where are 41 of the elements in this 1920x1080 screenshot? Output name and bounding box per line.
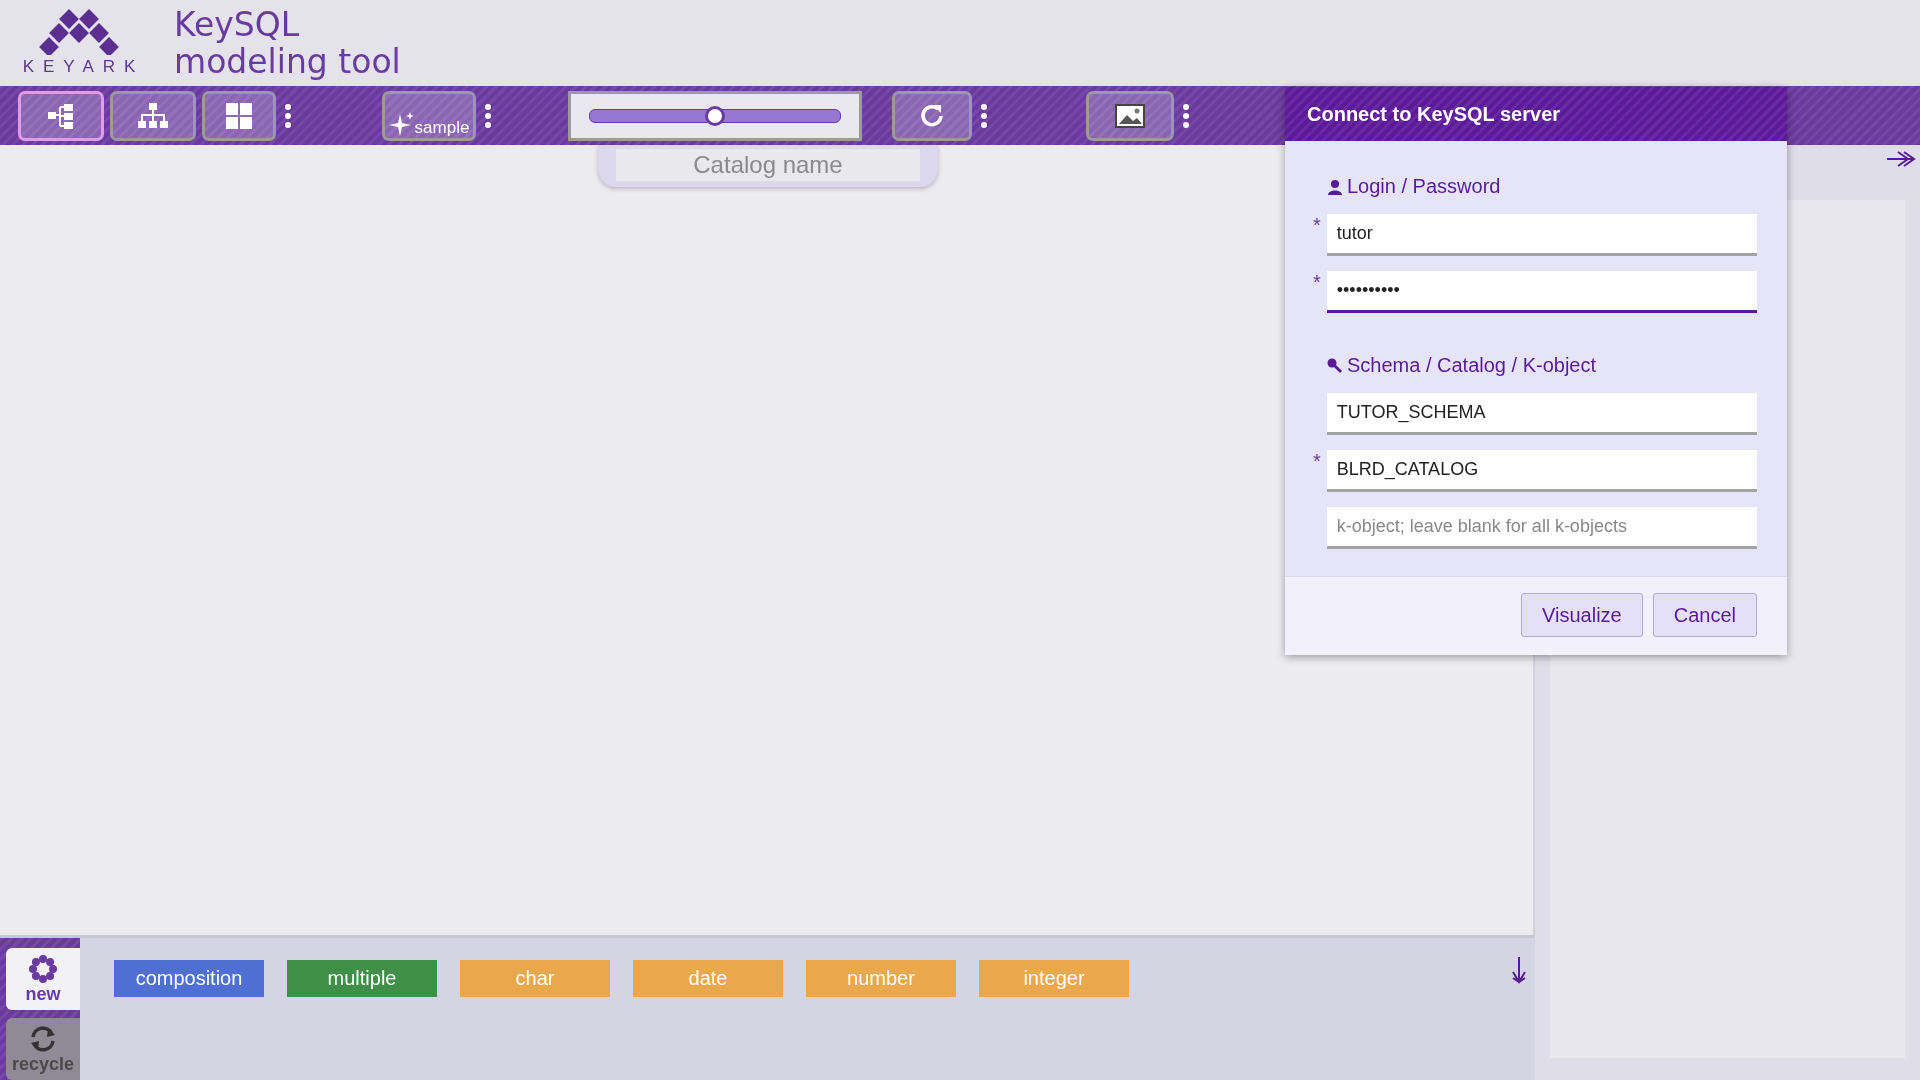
flower-icon: [28, 953, 58, 984]
refresh-button[interactable]: [892, 90, 972, 141]
more-menu-icon[interactable]: [484, 102, 492, 129]
section-label: Schema / Catalog / K-object: [1347, 354, 1596, 377]
input-field[interactable]: ••••••••••: [1326, 271, 1757, 313]
input-field[interactable]: BLRD_CATALOG: [1326, 450, 1757, 492]
type-tag[interactable]: composition: [114, 960, 264, 997]
type-tag[interactable]: multiple: [287, 960, 437, 997]
app-title: KeySQL: [174, 6, 301, 43]
user-icon: [1327, 178, 1343, 195]
app-subtitle: modeling tool: [174, 43, 401, 80]
hierarchy-icon: [137, 100, 169, 131]
collapse-down-icon[interactable]: [1511, 956, 1527, 984]
more-menu-icon[interactable]: [980, 102, 988, 129]
input-field[interactable]: tutor: [1326, 214, 1757, 256]
grid-icon: [226, 102, 252, 129]
more-menu-icon[interactable]: [284, 102, 292, 129]
recycle-button[interactable]: recycle: [6, 1018, 80, 1080]
input-field[interactable]: k-object; leave blank for all k-objects: [1326, 507, 1757, 549]
collapse-right-icon[interactable]: [1886, 149, 1916, 169]
dialog-button[interactable]: Cancel: [1652, 593, 1757, 637]
catalog-name-field[interactable]: Catalog name: [616, 149, 920, 181]
sample-button[interactable]: sample: [382, 90, 476, 141]
required-mark: *: [1312, 214, 1322, 237]
zoom-slider[interactable]: [589, 108, 841, 123]
dialog-button[interactable]: Visualize: [1521, 593, 1643, 637]
wrench-icon: [1327, 357, 1343, 374]
input-field[interactable]: TUTOR_SCHEMA: [1326, 393, 1757, 435]
view-mode-button[interactable]: [202, 90, 276, 141]
view-mode-button[interactable]: [110, 90, 196, 141]
export-image-button[interactable]: [1086, 90, 1174, 141]
dialog-title: Connect to KeySQL server: [1285, 87, 1787, 141]
section-label: Login / Password: [1347, 175, 1501, 198]
required-mark: *: [1312, 450, 1322, 473]
image-icon: [1115, 103, 1145, 128]
slider-thumb[interactable]: [705, 105, 725, 126]
view-mode-button[interactable]: [18, 90, 104, 141]
brand-name: KEYARK: [21, 57, 145, 77]
more-menu-icon[interactable]: [1182, 102, 1190, 129]
new-button[interactable]: new: [6, 948, 80, 1010]
required-mark: *: [1312, 271, 1322, 294]
